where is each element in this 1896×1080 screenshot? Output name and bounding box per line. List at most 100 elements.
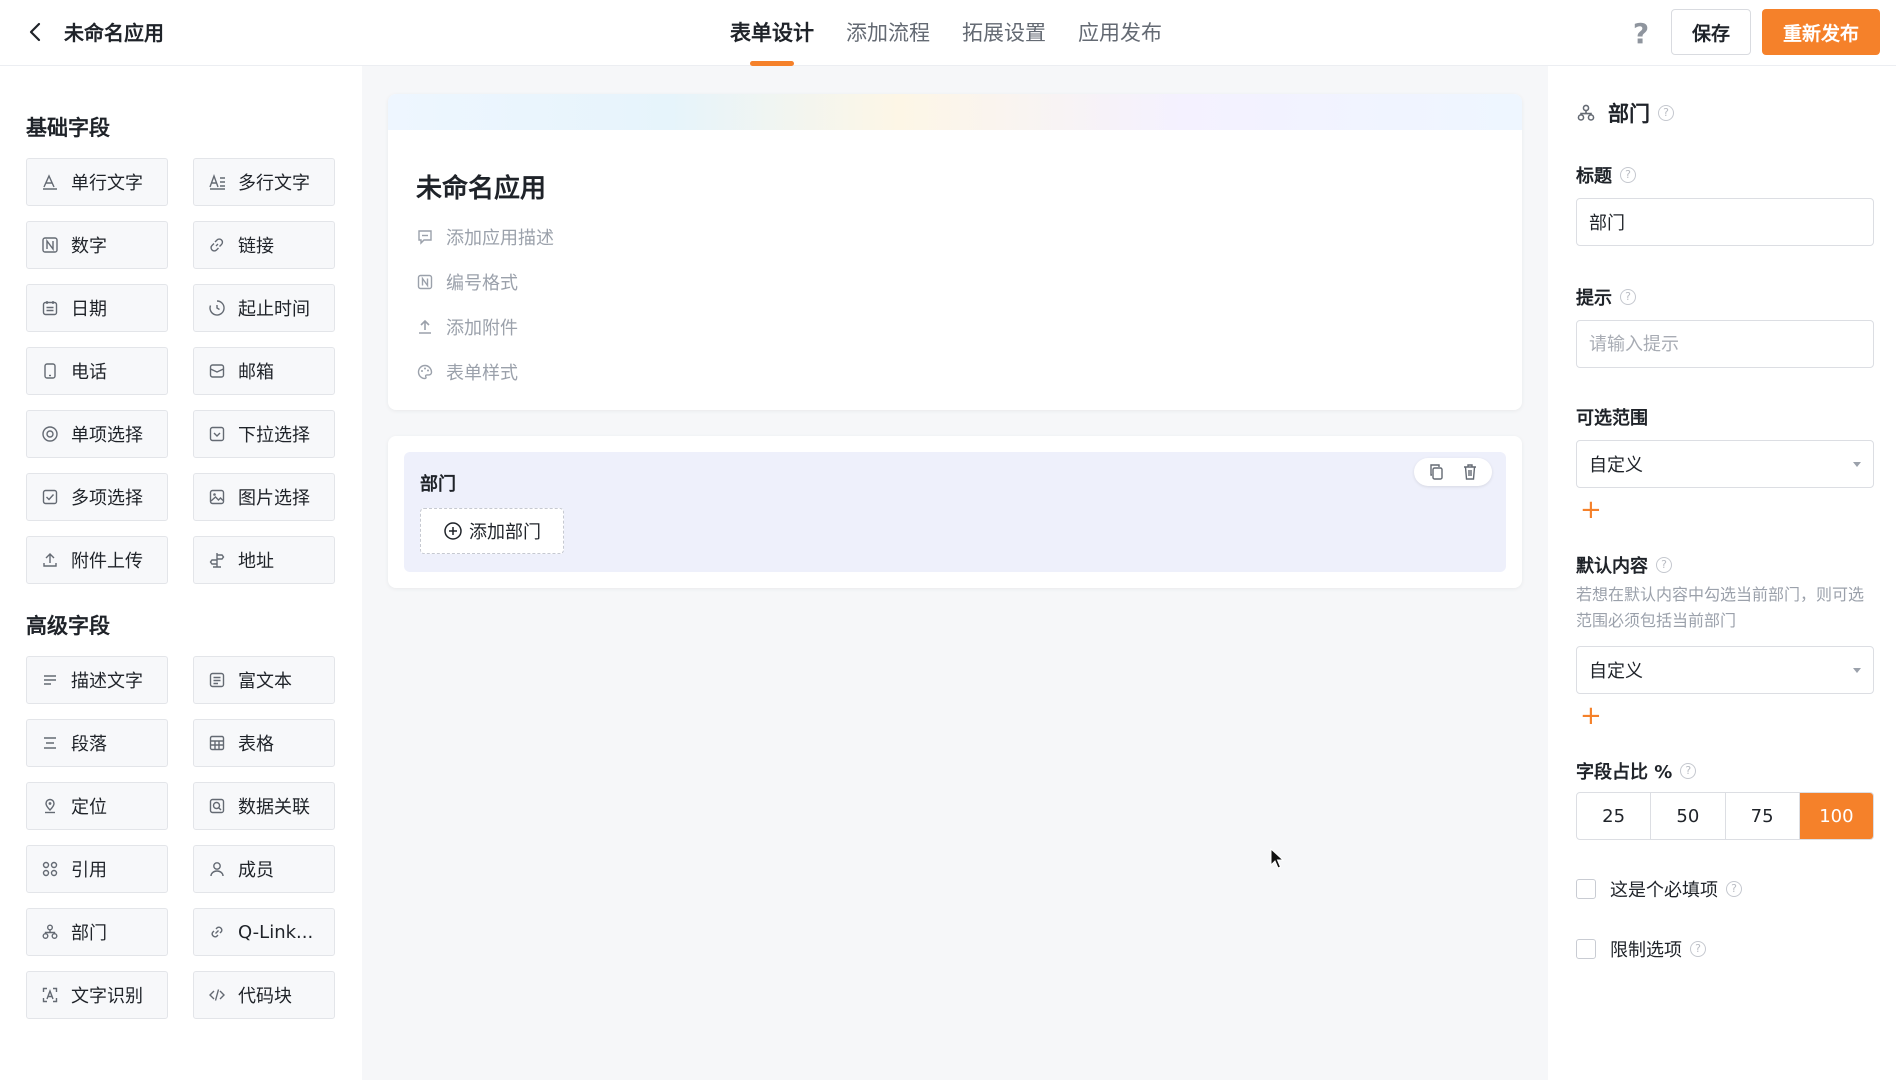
add-default-plus-icon[interactable]: + xyxy=(1580,703,1602,729)
field-single-line-text[interactable]: 单行文字 xyxy=(26,158,168,206)
add-description-link[interactable]: 添加应用描述 xyxy=(416,224,554,250)
checkbox-box[interactable] xyxy=(1576,939,1596,959)
field-attachment-upload[interactable]: 附件上传 xyxy=(26,536,168,584)
question-icon[interactable]: ? xyxy=(1656,557,1672,573)
tab-add-flow[interactable]: 添加流程 xyxy=(846,0,930,66)
mail-icon xyxy=(208,362,226,380)
question-icon[interactable]: ? xyxy=(1726,881,1742,897)
republish-button[interactable]: 重新发布 xyxy=(1762,9,1880,55)
field-multi-choice[interactable]: 多项选择 xyxy=(26,473,168,521)
width-option-100[interactable]: 100 xyxy=(1799,793,1873,839)
delete-icon[interactable] xyxy=(1460,462,1480,482)
checkbox-icon xyxy=(41,488,59,506)
default-label-text: 默认内容 xyxy=(1576,556,1648,577)
image-icon xyxy=(208,488,226,506)
number-format-link[interactable]: 编号格式 xyxy=(416,269,518,295)
field-label: 附件上传 xyxy=(71,551,143,572)
field-time-range[interactable]: 起止时间 xyxy=(193,284,335,332)
question-icon[interactable]: ? xyxy=(1658,105,1674,121)
limit-options-checkbox[interactable]: 限制选项 ? xyxy=(1576,936,1706,962)
field-single-choice[interactable]: 单项选择 xyxy=(26,410,168,458)
width-option-25[interactable]: 25 xyxy=(1577,793,1652,839)
field-mail[interactable]: 邮箱 xyxy=(193,347,335,395)
width-label-text: 字段占比 % xyxy=(1576,762,1673,783)
range-select-value: 自定义 xyxy=(1589,455,1643,476)
copy-icon[interactable] xyxy=(1427,462,1447,482)
form-header-card: 未命名应用 添加应用描述 编号格式 添加附件 表单样式 xyxy=(388,94,1522,410)
field-ocr[interactable]: 文字识别 xyxy=(26,971,168,1019)
location-icon xyxy=(41,797,59,815)
required-label: 这是个必填项 xyxy=(1610,880,1718,901)
comment-icon xyxy=(416,228,434,246)
field-label: 定位 xyxy=(71,797,107,818)
tab-form-design[interactable]: 表单设计 xyxy=(730,0,814,66)
title-input[interactable] xyxy=(1576,198,1874,246)
field-image-choice[interactable]: 图片选择 xyxy=(193,473,335,521)
field-table[interactable]: 表格 xyxy=(193,719,335,767)
upload-icon xyxy=(41,551,59,569)
width-option-75[interactable]: 75 xyxy=(1726,793,1800,839)
field-description-text[interactable]: 描述文字 xyxy=(26,656,168,704)
field-code-block[interactable]: 代码块 xyxy=(193,971,335,1019)
field-multi-line-text[interactable]: 多行文字 xyxy=(193,158,335,206)
selected-field-area[interactable]: 部门 添加部门 xyxy=(404,452,1506,572)
link-label: 编号格式 xyxy=(446,273,518,294)
field-label: 引用 xyxy=(71,860,107,881)
field-member[interactable]: 成员 xyxy=(193,845,335,893)
hint-input[interactable] xyxy=(1576,320,1874,368)
add-department-button[interactable]: 添加部门 xyxy=(420,508,564,554)
field-address[interactable]: 地址 xyxy=(193,536,335,584)
save-button[interactable]: 保存 xyxy=(1671,9,1751,55)
question-icon[interactable]: ? xyxy=(1620,167,1636,183)
code-icon xyxy=(208,986,226,1004)
question-icon[interactable]: ? xyxy=(1680,763,1697,779)
question-icon[interactable]: ? xyxy=(1690,941,1706,957)
range-select[interactable]: 自定义 xyxy=(1576,440,1874,488)
paragraph-icon xyxy=(41,734,59,752)
calendar-icon xyxy=(41,299,59,317)
default-hint: 若想在默认内容中勾选当前部门，则可选范围必须包括当前部门 xyxy=(1576,585,1865,630)
tab-app-publish[interactable]: 应用发布 xyxy=(1078,0,1162,66)
checkbox-box[interactable] xyxy=(1576,879,1596,899)
field-department[interactable]: 部门 xyxy=(26,908,168,956)
field-link[interactable]: 链接 xyxy=(193,221,335,269)
svg-text:?: ? xyxy=(1633,18,1649,48)
attachment-upload-icon xyxy=(416,318,434,336)
address-icon xyxy=(208,551,226,569)
main-tabs: 表单设计 添加流程 拓展设置 应用发布 xyxy=(730,0,1194,66)
field-rich-text[interactable]: 富文本 xyxy=(193,656,335,704)
radio-icon xyxy=(41,425,59,443)
field-number[interactable]: 数字 xyxy=(26,221,168,269)
rich-text-icon xyxy=(208,671,226,689)
palette-icon xyxy=(416,363,434,381)
default-select[interactable]: 自定义 xyxy=(1576,646,1874,694)
field-label: 文字识别 xyxy=(71,986,143,1007)
form-banner xyxy=(388,94,1522,130)
field-label: 部门 xyxy=(71,923,107,944)
required-checkbox[interactable]: 这是个必填项 ? xyxy=(1576,876,1742,902)
field-data-link[interactable]: 数据关联 xyxy=(193,782,335,830)
add-attachment-link[interactable]: 添加附件 xyxy=(416,314,518,340)
tab-extension-settings[interactable]: 拓展设置 xyxy=(962,0,1046,66)
back-icon[interactable] xyxy=(24,20,48,44)
title-label-text: 标题 xyxy=(1576,166,1612,187)
form-title[interactable]: 未命名应用 xyxy=(416,168,546,205)
default-select-value: 自定义 xyxy=(1589,661,1643,682)
field-label: 下拉选择 xyxy=(238,425,310,446)
department-field-card[interactable]: 部门 添加部门 xyxy=(388,436,1522,588)
field-q-link[interactable]: Q-Link... xyxy=(193,908,335,956)
field-reference[interactable]: 引用 xyxy=(26,845,168,893)
help-icon[interactable]: ? xyxy=(1626,17,1656,50)
width-option-50[interactable]: 50 xyxy=(1651,793,1726,839)
form-style-link[interactable]: 表单样式 xyxy=(416,359,518,385)
field-phone[interactable]: 电话 xyxy=(26,347,168,395)
form-canvas: 未命名应用 添加应用描述 编号格式 添加附件 表单样式 部门 添加部门 xyxy=(362,66,1548,1080)
field-paragraph[interactable]: 段落 xyxy=(26,719,168,767)
add-range-plus-icon[interactable]: + xyxy=(1580,497,1602,523)
chevron-down-icon xyxy=(1853,667,1861,673)
question-icon[interactable]: ? xyxy=(1620,289,1636,305)
field-dropdown[interactable]: 下拉选择 xyxy=(193,410,335,458)
field-location[interactable]: 定位 xyxy=(26,782,168,830)
field-date[interactable]: 日期 xyxy=(26,284,168,332)
link-label: 添加附件 xyxy=(446,318,518,339)
